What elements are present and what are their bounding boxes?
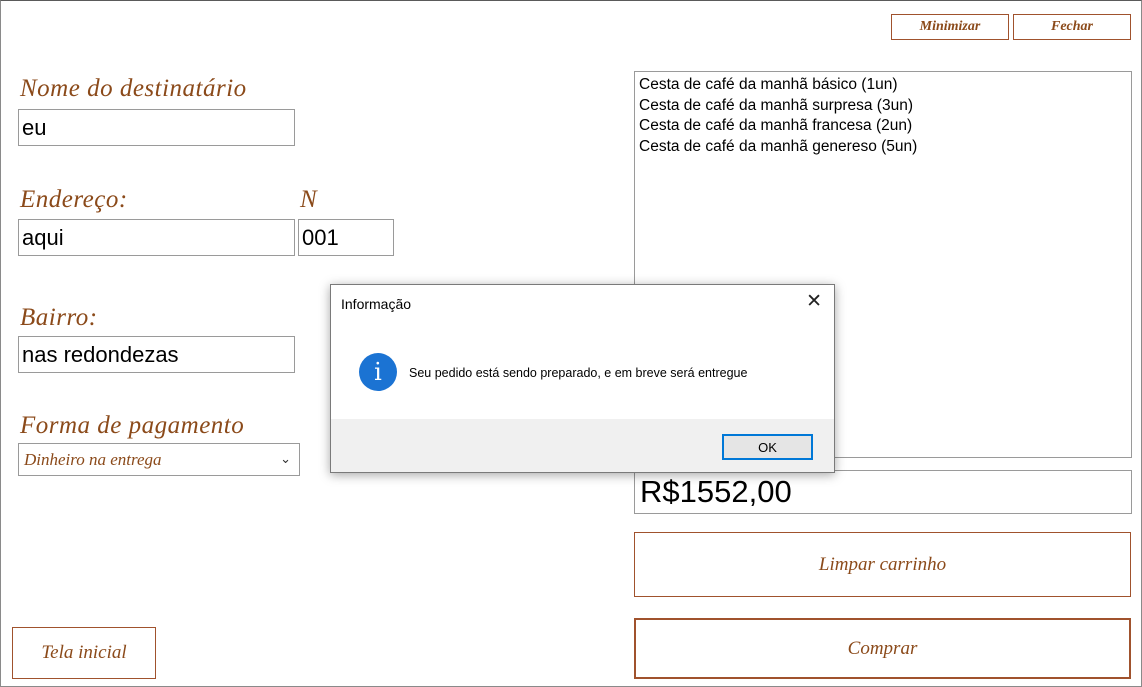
neighborhood-input[interactable]: nas redondezas [18, 336, 295, 373]
payment-selected-value: Dinheiro na entrega [24, 449, 162, 469]
recipient-input[interactable]: eu [18, 109, 295, 146]
clear-cart-button[interactable]: Limpar carrinho [634, 532, 1131, 597]
buy-button[interactable]: Comprar [634, 618, 1131, 679]
close-button[interactable]: Fechar [1013, 14, 1131, 40]
address-input[interactable]: aqui [18, 219, 295, 256]
dialog-message: Seu pedido está sendo preparado, e em br… [409, 366, 748, 380]
list-item[interactable]: Cesta de café da manhã francesa (2un) [639, 116, 1127, 137]
total-field: R$1552,00 [634, 470, 1132, 514]
chevron-down-icon: ⌄ [280, 452, 291, 467]
neighborhood-label: Bairro: [20, 304, 98, 331]
ok-button[interactable]: OK [722, 434, 813, 460]
minimize-button[interactable]: Minimizar [891, 14, 1009, 40]
info-dialog: Informação ✕ i Seu pedido está sendo pre… [330, 284, 835, 473]
close-icon[interactable]: ✕ [806, 292, 822, 311]
home-button[interactable]: Tela inicial [12, 627, 156, 679]
list-item[interactable]: Cesta de café da manhã genereso (5un) [639, 137, 1127, 158]
list-item[interactable]: Cesta de café da manhã surpresa (3un) [639, 96, 1127, 117]
number-input[interactable]: 001 [298, 219, 394, 256]
list-item[interactable]: Cesta de café da manhã básico (1un) [639, 75, 1127, 96]
payment-label: Forma de pagamento [20, 412, 245, 439]
address-label: Endereço: [20, 186, 128, 213]
recipient-label: Nome do destinatário [20, 75, 247, 102]
number-label: N [300, 186, 318, 213]
info-icon: i [359, 353, 397, 391]
dialog-title: Informação [341, 296, 412, 312]
dialog-footer: OK [331, 419, 834, 472]
payment-select[interactable]: Dinheiro na entrega ⌄ [18, 443, 300, 476]
